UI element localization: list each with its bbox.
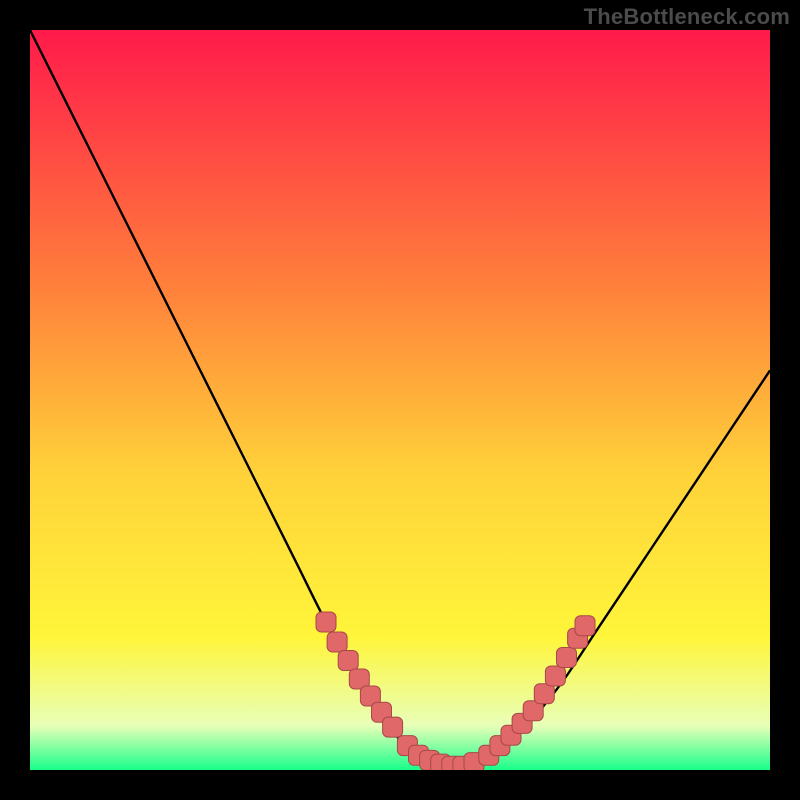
curve-marker (338, 650, 358, 670)
curve-marker (534, 684, 554, 704)
watermark-label: TheBottleneck.com (584, 4, 790, 30)
chart-frame: TheBottleneck.com (0, 0, 800, 800)
gradient-background (30, 30, 770, 770)
curve-marker (316, 612, 336, 632)
plot-area (30, 30, 770, 770)
bottleneck-chart-svg (30, 30, 770, 770)
curve-marker (327, 632, 347, 652)
curve-marker (383, 717, 403, 737)
curve-marker (557, 648, 577, 668)
curve-marker (575, 616, 595, 636)
curve-marker (545, 666, 565, 686)
